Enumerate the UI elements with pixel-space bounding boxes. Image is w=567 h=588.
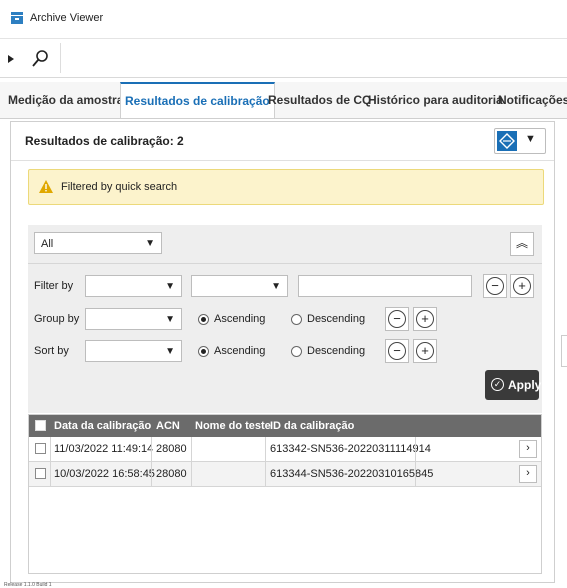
banner-text: Filtered by quick search: [61, 181, 178, 193]
toolbar: [0, 39, 567, 78]
apply-label: Apply: [508, 378, 542, 392]
tab-medicao-amostra[interactable]: Medição da amostra: [8, 82, 123, 118]
scope-select[interactable]: All ▼: [34, 232, 162, 254]
plus-circle-icon: +: [416, 310, 434, 328]
filter-area: All ▼ ︽ Filter by ▼ ▼ − + Group by ▼ Asc…: [28, 225, 542, 413]
filter-remove-button[interactable]: −: [483, 274, 507, 298]
sort-descending-radio[interactable]: [291, 346, 302, 357]
checkmark-circle-icon: ✓: [491, 378, 504, 391]
table-row[interactable]: 10/03/2022 16:58:45 28080 613344-SN536-2…: [29, 462, 541, 487]
filter-operator-select[interactable]: ▼: [191, 275, 288, 297]
cell-divider: [151, 437, 152, 461]
tab-resultados-calibracao[interactable]: Resultados de calibração: [120, 82, 275, 118]
minus-circle-icon: −: [486, 277, 504, 295]
sort-ascending-radio[interactable]: [198, 346, 209, 357]
scope-value: All: [41, 238, 54, 250]
row-checkbox[interactable]: [35, 443, 46, 454]
window-title: Archive Viewer: [30, 12, 104, 24]
chevron-down-icon: ▼: [165, 346, 175, 357]
cell-divider: [151, 462, 152, 486]
cell-acn: 28080: [156, 468, 187, 480]
group-ascending-label: Ascending: [214, 313, 266, 325]
search-icon[interactable]: [30, 48, 50, 70]
chevron-down-icon: ▼: [145, 238, 155, 249]
status-bar: Release 1.1.0 Build 1: [0, 582, 567, 588]
side-panel-handle[interactable]: [561, 335, 567, 367]
sort-by-label: Sort by: [34, 345, 69, 357]
tab-notificacoes[interactable]: Notificações: [498, 82, 567, 118]
filter-value-input[interactable]: [298, 275, 472, 297]
cell-date: 10/03/2022 16:58:45: [54, 468, 155, 480]
collapse-filters-button[interactable]: ︽: [510, 232, 534, 256]
row-checkbox[interactable]: [35, 468, 46, 479]
cell-divider: [265, 437, 266, 461]
sort-ascending-label: Ascending: [214, 345, 266, 357]
chevron-down-icon: ▼: [525, 133, 536, 145]
archive-app-icon: [11, 12, 23, 24]
panel-menu-button[interactable]: ▼: [494, 128, 546, 154]
quick-search-banner: Filtered by quick search: [28, 169, 544, 205]
status-text: Release 1.1.0 Build 1: [4, 582, 52, 588]
tab-historico-auditoria[interactable]: Histórico para auditoria: [368, 82, 503, 118]
chevron-down-icon: ▼: [271, 281, 281, 292]
filter-field-select[interactable]: ▼: [85, 275, 182, 297]
cell-divider: [50, 462, 51, 486]
group-by-select[interactable]: ▼: [85, 308, 182, 330]
column-header-acn[interactable]: ACN: [156, 420, 180, 432]
cell-divider: [191, 462, 192, 486]
plus-circle-icon: +: [513, 277, 531, 295]
cell-divider: [415, 437, 416, 461]
chevron-right-icon[interactable]: ›: [519, 440, 537, 458]
plus-circle-icon: +: [416, 342, 434, 360]
chevron-down-icon: ▼: [165, 281, 175, 292]
cell-divider: [265, 462, 266, 486]
cell-acn: 28080: [156, 443, 187, 455]
cell-calibration-id: 613344-SN536-20220310165845: [270, 468, 434, 480]
chevron-down-icon: ▼: [165, 314, 175, 325]
cell-divider: [415, 462, 416, 486]
filter-add-button[interactable]: +: [510, 274, 534, 298]
cell-divider: [50, 437, 51, 461]
table-header: Data da calibração ACN Nome do teste ID …: [29, 415, 541, 437]
apply-button[interactable]: ✓ Apply: [485, 370, 542, 400]
cell-divider: [191, 437, 192, 461]
warning-icon: [39, 180, 53, 193]
filter-divider: [28, 263, 542, 264]
play-arrow-icon[interactable]: [8, 55, 14, 63]
sort-add-button[interactable]: +: [413, 339, 437, 363]
select-all-checkbox[interactable]: [35, 420, 46, 431]
sort-remove-button[interactable]: −: [385, 339, 409, 363]
minus-circle-icon: −: [388, 342, 406, 360]
group-descending-label: Descending: [307, 313, 366, 325]
group-ascending-radio[interactable]: [198, 314, 209, 325]
cell-date: 11/03/2022 11:49:14: [54, 443, 154, 455]
tab-strip: Medição da amostra Resultados de calibra…: [0, 82, 567, 119]
sort-descending-label: Descending: [307, 345, 366, 357]
diamond-arrows-icon: [497, 131, 517, 151]
title-bar: Archive Viewer: [0, 0, 567, 39]
tab-resultados-cq[interactable]: Resultados de CQ: [268, 82, 371, 118]
toolbar-separator: [60, 43, 61, 73]
group-add-button[interactable]: +: [413, 307, 437, 331]
filter-by-label: Filter by: [34, 280, 74, 292]
calibration-results-panel: Resultados de calibração: 2 ▼ Filtered b…: [10, 121, 555, 583]
sort-by-select[interactable]: ▼: [85, 340, 182, 362]
column-header-calibration-id[interactable]: ID da calibração: [270, 420, 354, 432]
double-chevron-up-icon: ︽: [515, 236, 528, 250]
chevron-right-icon[interactable]: ›: [519, 465, 537, 483]
group-by-label: Group by: [34, 313, 80, 325]
calibration-table: Data da calibração ACN Nome do teste ID …: [28, 414, 542, 574]
panel-header: Resultados de calibração: 2 ▼: [11, 122, 554, 161]
column-header-date[interactable]: Data da calibração: [54, 420, 151, 432]
panel-title: Resultados de calibração: 2: [25, 134, 184, 148]
column-header-test[interactable]: Nome do teste: [195, 420, 271, 432]
cell-calibration-id: 613342-SN536-20220311114914: [270, 443, 431, 455]
group-descending-radio[interactable]: [291, 314, 302, 325]
minus-circle-icon: −: [388, 310, 406, 328]
table-row[interactable]: 11/03/2022 11:49:14 28080 613342-SN536-2…: [29, 437, 541, 462]
group-remove-button[interactable]: −: [385, 307, 409, 331]
